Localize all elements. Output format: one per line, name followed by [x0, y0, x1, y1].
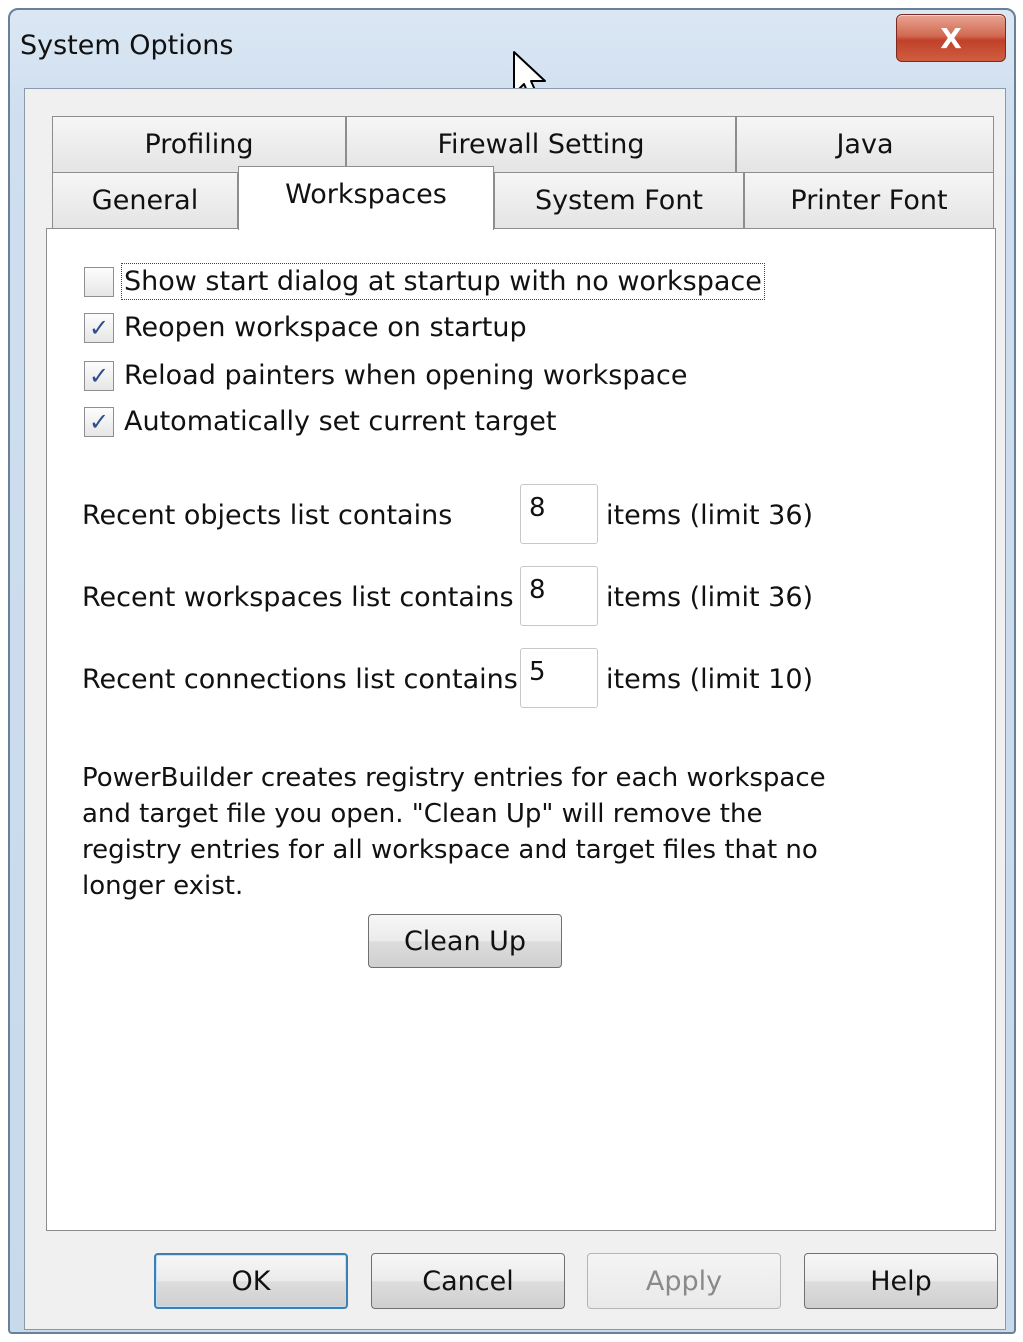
tab-label: Firewall Setting — [437, 129, 645, 160]
tab-label: General — [91, 185, 199, 216]
reload-painters-checkbox[interactable]: ✓ Reload painters when opening workspace — [84, 360, 687, 391]
button-label: Apply — [645, 1265, 723, 1297]
tab-java[interactable]: Java — [736, 116, 994, 172]
tab-label: Workspaces — [285, 179, 447, 210]
checkmark-icon[interactable]: ✓ — [84, 406, 114, 437]
ok-button[interactable]: OK — [154, 1253, 348, 1309]
button-label: OK — [231, 1265, 271, 1297]
recent-objects-label: Recent objects list contains — [82, 500, 453, 531]
window-title: System Options — [20, 30, 234, 61]
tab-profiling[interactable]: Profiling — [52, 116, 346, 172]
reopen-workspace-checkbox[interactable]: ✓ Reopen workspace on startup — [84, 312, 527, 343]
apply-button[interactable]: Apply — [587, 1253, 781, 1309]
recent-connections-input[interactable]: 5 — [520, 648, 598, 708]
checkbox-label: Reload painters when opening workspace — [124, 360, 688, 391]
close-button[interactable]: X — [896, 14, 1006, 62]
button-label: Cancel — [422, 1265, 514, 1297]
button-label: Help — [870, 1265, 932, 1297]
checkbox-label: Reopen workspace on startup — [124, 312, 527, 343]
checkmark-icon[interactable]: ✓ — [84, 360, 114, 391]
recent-connections-limit: items (limit 10) — [606, 664, 814, 695]
checkbox-label: Show start dialog at startup with no wor… — [121, 263, 765, 300]
show-start-dialog-checkbox[interactable]: Show start dialog at startup with no wor… — [84, 263, 765, 300]
recent-objects-limit: items (limit 36) — [606, 500, 814, 531]
help-button[interactable]: Help — [804, 1253, 998, 1309]
close-icon: X — [940, 21, 962, 55]
recent-connections-label: Recent connections list contains — [82, 664, 518, 695]
tab-label: Profiling — [144, 129, 254, 160]
tab-workspaces[interactable]: Workspaces — [238, 166, 494, 230]
checkmark-icon[interactable]: ✓ — [84, 312, 114, 343]
tab-label: System Font — [534, 185, 704, 216]
clean-up-button[interactable]: Clean Up — [368, 914, 562, 968]
tab-system-font[interactable]: System Font — [494, 172, 744, 228]
tab-label: Java — [836, 129, 894, 160]
button-label: Clean Up — [403, 925, 527, 957]
recent-workspaces-limit: items (limit 36) — [606, 582, 814, 613]
checkbox-label: Automatically set current target — [124, 406, 557, 437]
tab-general[interactable]: General — [52, 172, 238, 228]
recent-workspaces-label: Recent workspaces list contains — [82, 582, 514, 613]
recent-workspaces-input[interactable]: 8 — [520, 566, 598, 626]
auto-set-target-checkbox[interactable]: ✓ Automatically set current target — [84, 406, 557, 437]
tab-firewall-setting[interactable]: Firewall Setting — [346, 116, 736, 172]
registry-info-text: PowerBuilder creates registry entries fo… — [82, 763, 826, 901]
recent-objects-input[interactable]: 8 — [520, 484, 598, 544]
tab-label: Printer Font — [790, 185, 948, 216]
cancel-button[interactable]: Cancel — [371, 1253, 565, 1309]
checkbox-box[interactable] — [84, 266, 114, 297]
tab-printer-font[interactable]: Printer Font — [744, 172, 994, 228]
